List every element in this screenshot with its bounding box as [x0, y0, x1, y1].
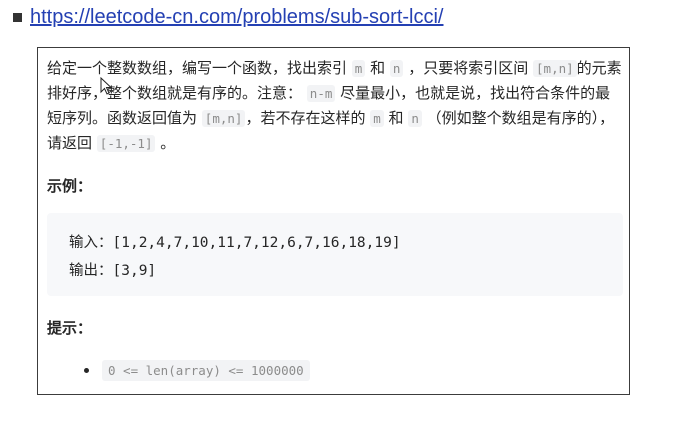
hint-code: 0 <= len(array) <= 1000000	[102, 360, 310, 381]
code-m: m	[370, 110, 384, 127]
input-label: 输入：	[69, 235, 113, 251]
problem-panel: 给定一个整数数组，编写一个函数，找出索引 m 和 n ，只要将索引区间 [m,n…	[37, 47, 630, 395]
code-range: [m,n]	[201, 110, 246, 127]
code-m: m	[351, 60, 366, 77]
mouse-pointer-icon	[100, 77, 112, 95]
code-range: [m,n]	[533, 60, 577, 77]
problem-url-link[interactable]: https://leetcode-cn.com/problems/sub-sor…	[30, 6, 444, 29]
desc-text: 给定一个整数数组，编写一个函数，找出索引	[47, 59, 348, 77]
desc-text: ，若不存在这样的	[245, 109, 366, 127]
example-input-line: 输入：[1,2,4,7,10,11,7,12,6,7,16,18,19]	[69, 231, 401, 252]
square-bullet-icon	[13, 12, 22, 22]
output-value: [3,9]	[112, 263, 157, 279]
code-n: n	[389, 60, 404, 77]
code-n: n	[408, 110, 422, 127]
hint-list-item: 0 <= len(array) <= 1000000	[84, 360, 310, 381]
desc-text: 。	[160, 134, 176, 152]
output-label: 输出：	[69, 263, 113, 279]
problem-description: 给定一个整数数组，编写一个函数，找出索引 m 和 n ，只要将索引区间 [m,n…	[47, 56, 623, 156]
code-neg-pair: [-1,-1]	[96, 135, 156, 152]
bullet-dot-icon	[84, 368, 89, 373]
example-code-block: 输入：[1,2,4,7,10,11,7,12,6,7,16,18,19] 输出：…	[47, 213, 623, 296]
example-output-line: 输出：[3,9]	[69, 259, 156, 280]
input-value: [1,2,4,7,10,11,7,12,6,7,16,18,19]	[112, 235, 401, 251]
example-title: 示例：	[47, 177, 93, 195]
desc-text: 和	[388, 109, 404, 127]
url-header: https://leetcode-cn.com/problems/sub-sor…	[13, 4, 444, 30]
code-n-minus-m: n-m	[306, 85, 336, 102]
desc-text: ，只要将索引区间	[408, 59, 529, 77]
hints-title: 提示：	[47, 319, 93, 337]
desc-text: 和	[370, 59, 386, 77]
